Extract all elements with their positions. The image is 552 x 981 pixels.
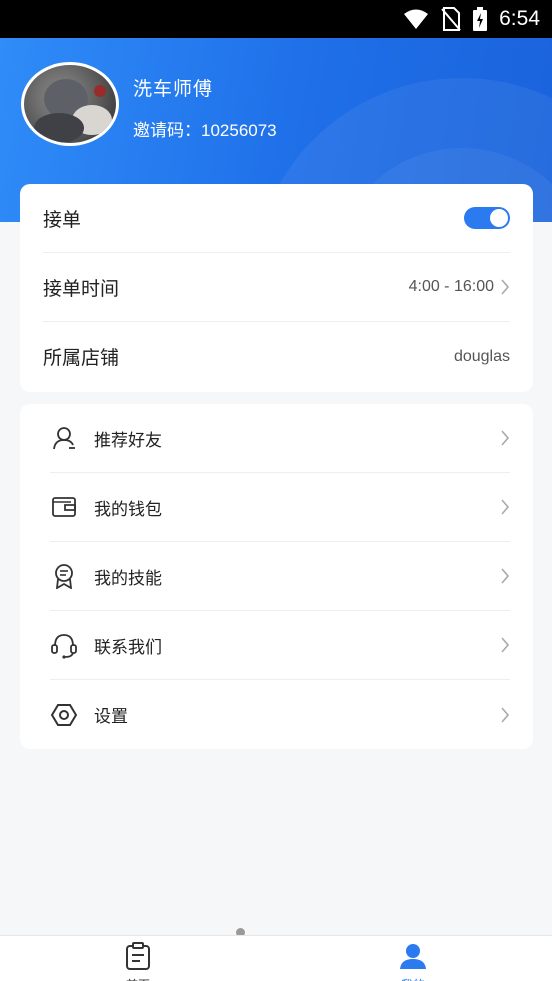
status-time: 6:54 xyxy=(499,7,540,30)
user-icon xyxy=(50,424,78,452)
nav-home-label: 首页 xyxy=(88,976,188,981)
menu-card: 推荐好友 我的钱包 我的技能 联系我们 设置 xyxy=(20,404,533,749)
person-icon xyxy=(399,942,427,974)
work-hours-value: 4:00 - 16:00 xyxy=(408,278,494,295)
no-sim-icon xyxy=(441,7,461,31)
accept-orders-toggle[interactable] xyxy=(464,207,510,229)
invite-code-value: 10256073 xyxy=(201,121,277,140)
settings-icon xyxy=(50,701,78,729)
menu-item-label: 推荐好友 xyxy=(94,430,162,451)
screen: 6:54 洗车师傅 邀请码：10256073 接单 接单时间 4:00 - 16… xyxy=(0,0,552,981)
battery-icon xyxy=(473,7,488,31)
menu-item-skills[interactable]: 我的技能 xyxy=(50,542,510,611)
chevron-right-icon xyxy=(500,567,510,585)
menu-item-label: 我的钱包 xyxy=(94,499,162,520)
headset-icon xyxy=(50,631,78,659)
menu-item-refer-friends[interactable]: 推荐好友 xyxy=(50,404,510,473)
chevron-right-icon xyxy=(500,706,510,724)
invite-code-text: 邀请码：10256073 xyxy=(133,116,277,141)
chevron-right-icon xyxy=(500,429,510,447)
menu-item-wallet[interactable]: 我的钱包 xyxy=(50,473,510,542)
store-label: 所属店铺 xyxy=(43,347,120,369)
wifi-icon xyxy=(403,8,429,30)
clipboard-icon xyxy=(124,942,152,974)
work-hours-label: 接单时间 xyxy=(43,277,120,300)
accept-orders-label: 接单 xyxy=(43,208,82,231)
nav-home[interactable]: 首页 xyxy=(88,942,188,981)
menu-item-label: 设置 xyxy=(94,707,128,727)
wallet-icon xyxy=(50,493,78,521)
chevron-right-icon xyxy=(500,278,510,296)
menu-item-label: 联系我们 xyxy=(94,637,162,658)
chevron-right-icon xyxy=(500,636,510,654)
user-name: 洗车师傅 xyxy=(133,78,214,100)
work-settings-card: 接单 接单时间 4:00 - 16:00 所属店铺 douglas xyxy=(20,184,533,392)
store-value: douglas xyxy=(453,347,510,365)
store-row: 所属店铺 douglas xyxy=(43,322,510,391)
menu-item-settings[interactable]: 设置 xyxy=(50,680,510,749)
nav-mine-label: 我的 xyxy=(363,976,463,981)
avatar[interactable] xyxy=(21,62,119,146)
badge-icon xyxy=(50,562,78,590)
work-hours-row[interactable]: 接单时间 4:00 - 16:00 xyxy=(43,253,510,322)
status-bar: 6:54 xyxy=(0,0,552,38)
menu-item-contact-us[interactable]: 联系我们 xyxy=(50,611,510,680)
menu-item-label: 我的技能 xyxy=(94,568,162,589)
accept-orders-row: 接单 xyxy=(43,184,510,253)
bottom-nav: 首页 我的 xyxy=(0,935,552,981)
nav-mine[interactable]: 我的 xyxy=(363,942,463,981)
chevron-right-icon xyxy=(500,498,510,516)
invite-code-label: 邀请码： xyxy=(133,121,201,141)
